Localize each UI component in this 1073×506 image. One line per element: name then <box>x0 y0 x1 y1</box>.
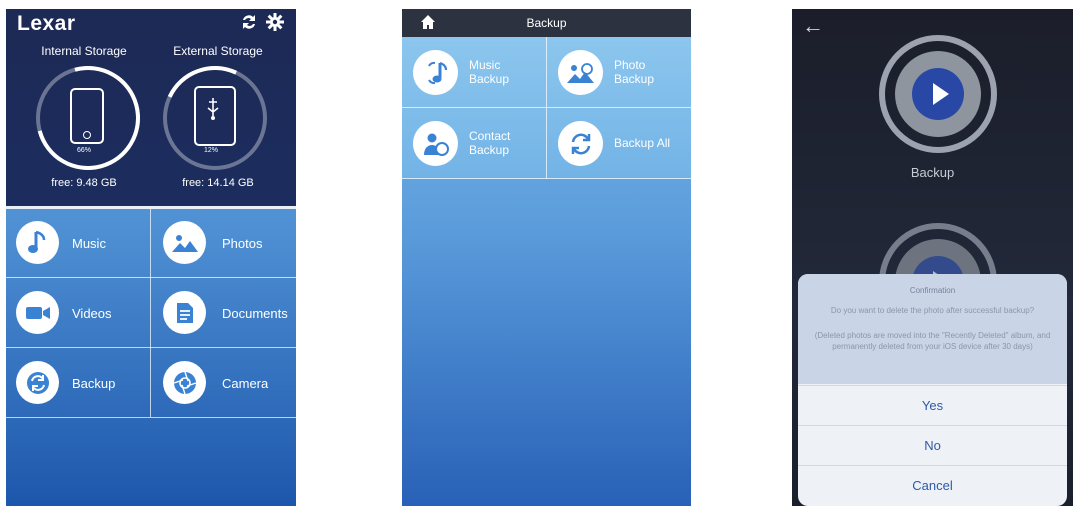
label-line: Backup <box>614 72 655 86</box>
tile-label: Documents <box>222 306 288 321</box>
gear-icon[interactable] <box>265 12 285 38</box>
photo-backup-icon <box>558 50 603 95</box>
backup-all-button[interactable]: Backup All <box>547 108 691 178</box>
cancel-button[interactable]: Cancel <box>798 465 1067 506</box>
music-note-icon <box>16 221 59 264</box>
backup-all-icon <box>558 121 603 166</box>
music-backup-button[interactable]: Music Backup <box>402 37 546 107</box>
tile-label: Music <box>72 236 106 251</box>
tile-label: Videos <box>72 306 112 321</box>
backup-play-button[interactable] <box>879 35 997 153</box>
external-percent: 12% <box>203 147 218 154</box>
external-storage-gauge[interactable] <box>148 51 282 185</box>
dialog-note: (Deleted photos are moved into the "Rece… <box>814 331 1051 351</box>
internal-free-space: free: 9.48 GB <box>51 177 117 189</box>
lexar-logo: Lexar <box>17 12 76 35</box>
photo-backup-label: Photo Backup <box>614 58 654 86</box>
label-line: Backup <box>469 143 510 157</box>
dialog-message-area: Confirmation Do you want to delete the p… <box>798 274 1067 384</box>
confirmation-screen: ← Backup Confirmation Do you want to del… <box>792 9 1073 506</box>
internal-percent: 66% <box>76 147 91 154</box>
camera-shutter-icon <box>163 361 206 404</box>
storage-header: Lexar Internal Storage External Storage … <box>6 9 296 206</box>
backup-screen: Backup Music Backup Photo Backup Contact… <box>402 9 691 506</box>
tile-photos[interactable]: Photos <box>151 209 296 277</box>
label-line: Music <box>469 58 501 72</box>
play-icon <box>912 68 964 120</box>
label-line: Backup <box>469 72 510 86</box>
nav-bar: Backup <box>402 9 691 37</box>
internal-storage-label: Internal Storage <box>41 44 127 58</box>
contact-backup-label: Contact Backup <box>469 129 510 157</box>
contact-backup-button[interactable]: Contact Backup <box>402 108 546 178</box>
grid-divider <box>402 178 691 179</box>
sync-icon[interactable] <box>239 12 259 38</box>
phone-icon <box>70 88 104 144</box>
usb-drive-icon <box>194 86 236 146</box>
tile-camera[interactable]: Camera <box>151 348 296 417</box>
tile-backup[interactable]: Backup <box>6 348 150 417</box>
tile-label: Camera <box>222 376 269 391</box>
yes-button[interactable]: Yes <box>798 385 1067 426</box>
tile-label: Photos <box>222 236 263 251</box>
grid-divider <box>6 417 296 418</box>
play-disc-outer <box>895 51 981 137</box>
tile-videos[interactable]: Videos <box>6 278 150 347</box>
label-line: Photo <box>614 58 646 72</box>
label-line: Contact <box>469 129 511 143</box>
home-screen: Lexar Internal Storage External Storage … <box>6 9 296 506</box>
backup-all-label: Backup All <box>614 136 671 150</box>
confirmation-dialog: Confirmation Do you want to delete the p… <box>798 274 1067 506</box>
internal-storage-gauge[interactable] <box>16 46 160 190</box>
backup-label: Backup <box>910 165 955 180</box>
music-backup-label: Music Backup <box>469 58 509 86</box>
backup-icon <box>16 361 59 404</box>
tile-music[interactable]: Music <box>6 209 150 277</box>
tile-documents[interactable]: Documents <box>151 278 296 347</box>
music-backup-icon <box>413 50 458 95</box>
external-free-space: free: 14.14 GB <box>182 177 254 189</box>
photo-backup-button[interactable]: Photo Backup <box>547 37 691 107</box>
video-camera-icon <box>16 291 59 334</box>
no-button[interactable]: No <box>798 425 1067 466</box>
external-storage-label: External Storage <box>173 44 263 58</box>
contact-backup-icon <box>413 121 458 166</box>
page-title: Backup <box>526 16 567 30</box>
document-icon <box>163 291 206 334</box>
dialog-question: Do you want to delete the photo after su… <box>830 306 1035 315</box>
dialog-title: Confirmation <box>909 286 956 295</box>
photos-icon <box>163 221 206 264</box>
backup-options: Music Backup Photo Backup Contact Backup <box>402 37 691 179</box>
tile-label: Backup <box>72 376 116 391</box>
back-arrow-icon[interactable]: ← <box>802 13 824 39</box>
